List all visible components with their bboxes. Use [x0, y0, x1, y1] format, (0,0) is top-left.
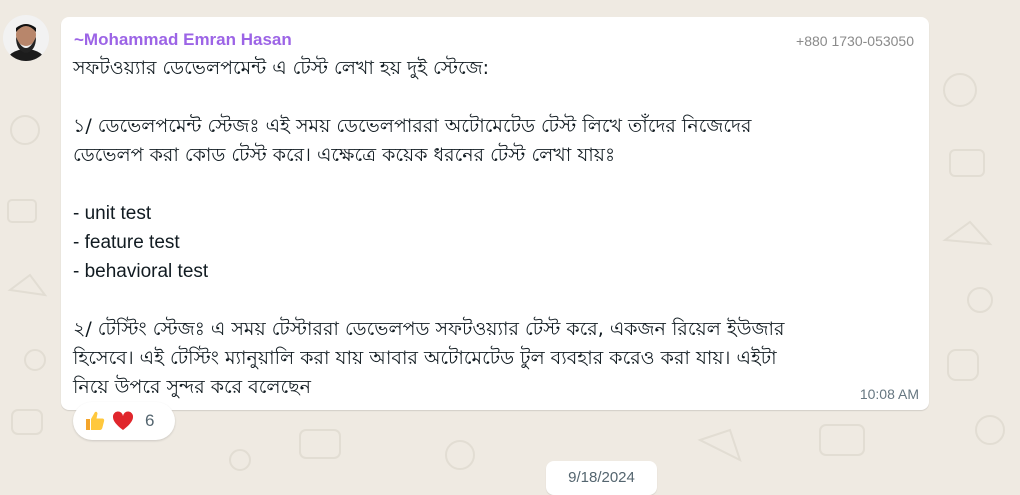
- sender-avatar[interactable]: [3, 15, 49, 61]
- message-bubble[interactable]: ~Mohammad Emran Hasan +880 1730-053050 স…: [61, 17, 929, 410]
- red-heart-icon: [111, 409, 135, 433]
- date-divider: 9/18/2024: [546, 461, 657, 495]
- message-line: নিয়ে উপরে সুন্দর করে বলেছেন: [73, 376, 312, 398]
- message-line: ডেভেলপ করা কোড টেস্ট করে। এক্ষেত্রে কয়ে…: [73, 144, 616, 166]
- message-line: ২/ টেস্টিং স্টেজঃ এ সময় টেস্টাররা ডেভেল…: [73, 318, 785, 340]
- thumbs-up-icon: [83, 409, 107, 433]
- message-line: ১/ ডেভেলপমেন্ট স্টেজঃ এই সময় ডেভেলপাররা…: [73, 115, 752, 137]
- message-line: - feature test: [73, 232, 180, 253]
- sender-phone: +880 1730-053050: [796, 33, 914, 49]
- message-text: সফটওয়্যার ডেভেলপমেন্ট এ টেস্ট লেখা হয় …: [73, 54, 918, 402]
- message-line: সফটওয়্যার ডেভেলপমেন্ট এ টেস্ট লেখা হয় …: [73, 57, 490, 79]
- message-line: হিসেবে। এই টেস্টিং ম্যানুয়ালি করা যায় …: [73, 347, 777, 369]
- reaction-count: 6: [145, 411, 155, 430]
- message-line: - behavioral test: [73, 261, 209, 282]
- message-line: - unit test: [73, 203, 152, 224]
- sender-name[interactable]: ~Mohammad Emran Hasan: [74, 30, 292, 50]
- reactions-pill[interactable]: 6: [73, 402, 175, 440]
- message-timestamp: 10:08 AM: [859, 386, 919, 402]
